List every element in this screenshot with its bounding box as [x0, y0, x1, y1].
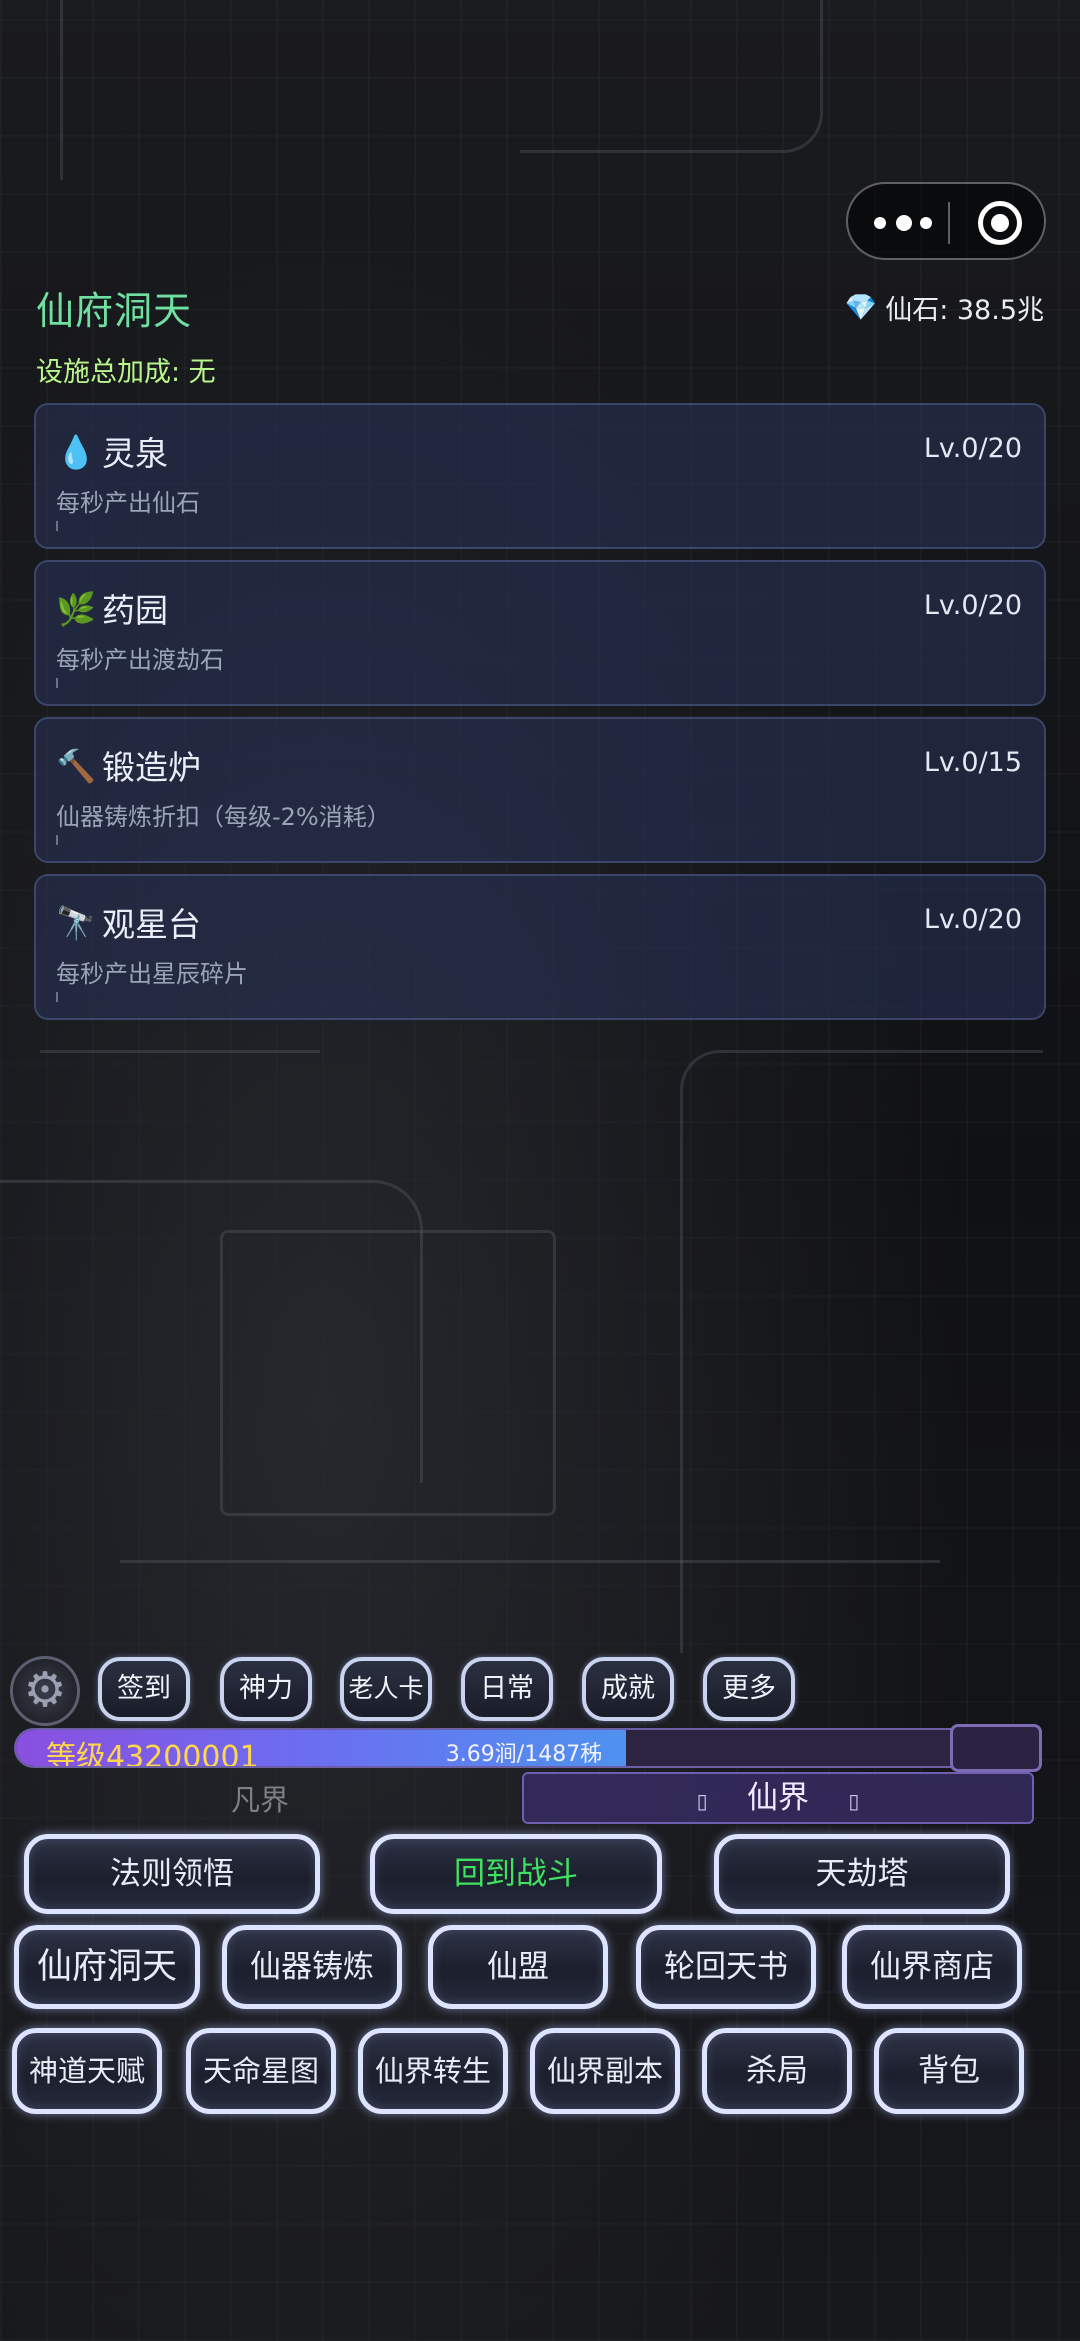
- tribulation-tower-button[interactable]: 天劫塔: [714, 1834, 1010, 1914]
- herb-icon: 🌿: [56, 590, 96, 628]
- facility-level: Lv.0/15: [923, 747, 1022, 778]
- level-progress-bar: 等级43200001 3.69涧/1487秭: [14, 1728, 1034, 1768]
- more-options-icon[interactable]: [874, 208, 940, 238]
- immortal-shop-button[interactable]: 仙界商店: [842, 1925, 1022, 2009]
- facility-card-forge[interactable]: 🔨 锻造炉 Lv.0/15 仙器铸炼折扣（每级-2%消耗）: [34, 717, 1046, 863]
- facility-name: 锻造炉: [102, 748, 201, 787]
- reincarnation-book-button[interactable]: 轮回天书: [636, 1925, 816, 2009]
- facility-name: 观星台: [102, 905, 201, 944]
- hammer-icon: 🔨: [56, 747, 96, 785]
- sign-in-button[interactable]: 签到: [98, 1657, 190, 1721]
- tab-immortal-realm[interactable]: ▯ 仙界 ▯: [522, 1772, 1034, 1824]
- facility-progress-bar: [56, 835, 58, 845]
- facility-card-observatory[interactable]: 🔭 观星台 Lv.0/20 每秒产出星辰碎片: [34, 874, 1046, 1020]
- close-mini-program-icon[interactable]: [978, 201, 1022, 245]
- facility-level: Lv.0/20: [923, 590, 1022, 621]
- facility-progress-bar: [56, 521, 58, 531]
- law-comprehension-button[interactable]: 法则领悟: [24, 1834, 320, 1914]
- exp-label: 3.69涧/1487秭: [445, 1742, 603, 1767]
- kill-round-button[interactable]: 杀局: [702, 2028, 852, 2114]
- tab-side-glyph: ▯: [848, 1789, 860, 1813]
- backpack-button[interactable]: 背包: [874, 2028, 1024, 2114]
- circuit-trace: [120, 1560, 940, 1563]
- currency-label: 仙石: 38.5兆: [885, 295, 1044, 326]
- circuit-trace: [40, 1050, 320, 1053]
- facility-level: Lv.0/20: [923, 433, 1022, 464]
- divine-talent-button[interactable]: 神道天赋: [12, 2028, 162, 2114]
- achievement-button[interactable]: 成就: [582, 1657, 674, 1721]
- tab-side-glyph: ▯: [696, 1789, 708, 1813]
- telescope-icon: 🔭: [56, 904, 96, 942]
- facility-name: 灵泉: [102, 434, 168, 473]
- destiny-star-chart-button[interactable]: 天命星图: [186, 2028, 336, 2114]
- capsule-divider: [948, 202, 950, 244]
- facility-description: 仙器铸炼折扣（每级-2%消耗）: [56, 803, 391, 831]
- page-title: 仙府洞天: [36, 289, 193, 333]
- artifact-forging-button[interactable]: 仙器铸炼: [222, 1925, 402, 2009]
- circuit-trace: [220, 1230, 556, 1516]
- settings-gear-icon[interactable]: ⚙: [10, 1656, 80, 1726]
- immortal-alliance-button[interactable]: 仙盟: [428, 1925, 608, 2009]
- daily-button[interactable]: 日常: [461, 1657, 553, 1721]
- circuit-trace: [60, 0, 63, 180]
- circuit-trace: [520, 0, 823, 153]
- facility-card-garden[interactable]: 🌿 药园 Lv.0/20 每秒产出渡劫石: [34, 560, 1046, 706]
- divine-power-button[interactable]: 神力: [220, 1657, 312, 1721]
- facility-description: 每秒产出仙石: [56, 489, 200, 517]
- facility-card-spring[interactable]: 💧 灵泉 Lv.0/20 每秒产出仙石: [34, 403, 1046, 549]
- facility-progress-bar: [56, 678, 58, 688]
- elder-card-button[interactable]: 老人卡: [340, 1657, 432, 1721]
- facility-bonus-text: 设施总加成: 无: [36, 357, 216, 388]
- facility-description: 每秒产出星辰碎片: [56, 960, 248, 988]
- immortal-rebirth-button[interactable]: 仙界转生: [358, 2028, 508, 2114]
- immortal-dungeon-button[interactable]: 仙界副本: [530, 2028, 680, 2114]
- more-button[interactable]: 更多: [703, 1657, 795, 1721]
- facility-name: 药园: [102, 591, 168, 630]
- immortal-residence-button[interactable]: 仙府洞天: [14, 1925, 200, 2009]
- tab-immortal-label: 仙界: [747, 1780, 809, 1816]
- return-to-battle-button[interactable]: 回到战斗: [370, 1834, 662, 1914]
- water-drop-icon: 💧: [56, 433, 96, 471]
- facility-progress-bar: [56, 992, 58, 1002]
- facility-level: Lv.0/20: [923, 904, 1022, 935]
- currency-display: 💎 仙石: 38.5兆: [845, 288, 1044, 327]
- level-bar-ornament: [950, 1724, 1042, 1772]
- facility-description: 每秒产出渡劫石: [56, 646, 224, 674]
- mini-program-capsule: [846, 182, 1046, 260]
- diamond-icon: 💎: [844, 292, 878, 323]
- tab-mortal-realm[interactable]: 凡界: [190, 1774, 330, 1826]
